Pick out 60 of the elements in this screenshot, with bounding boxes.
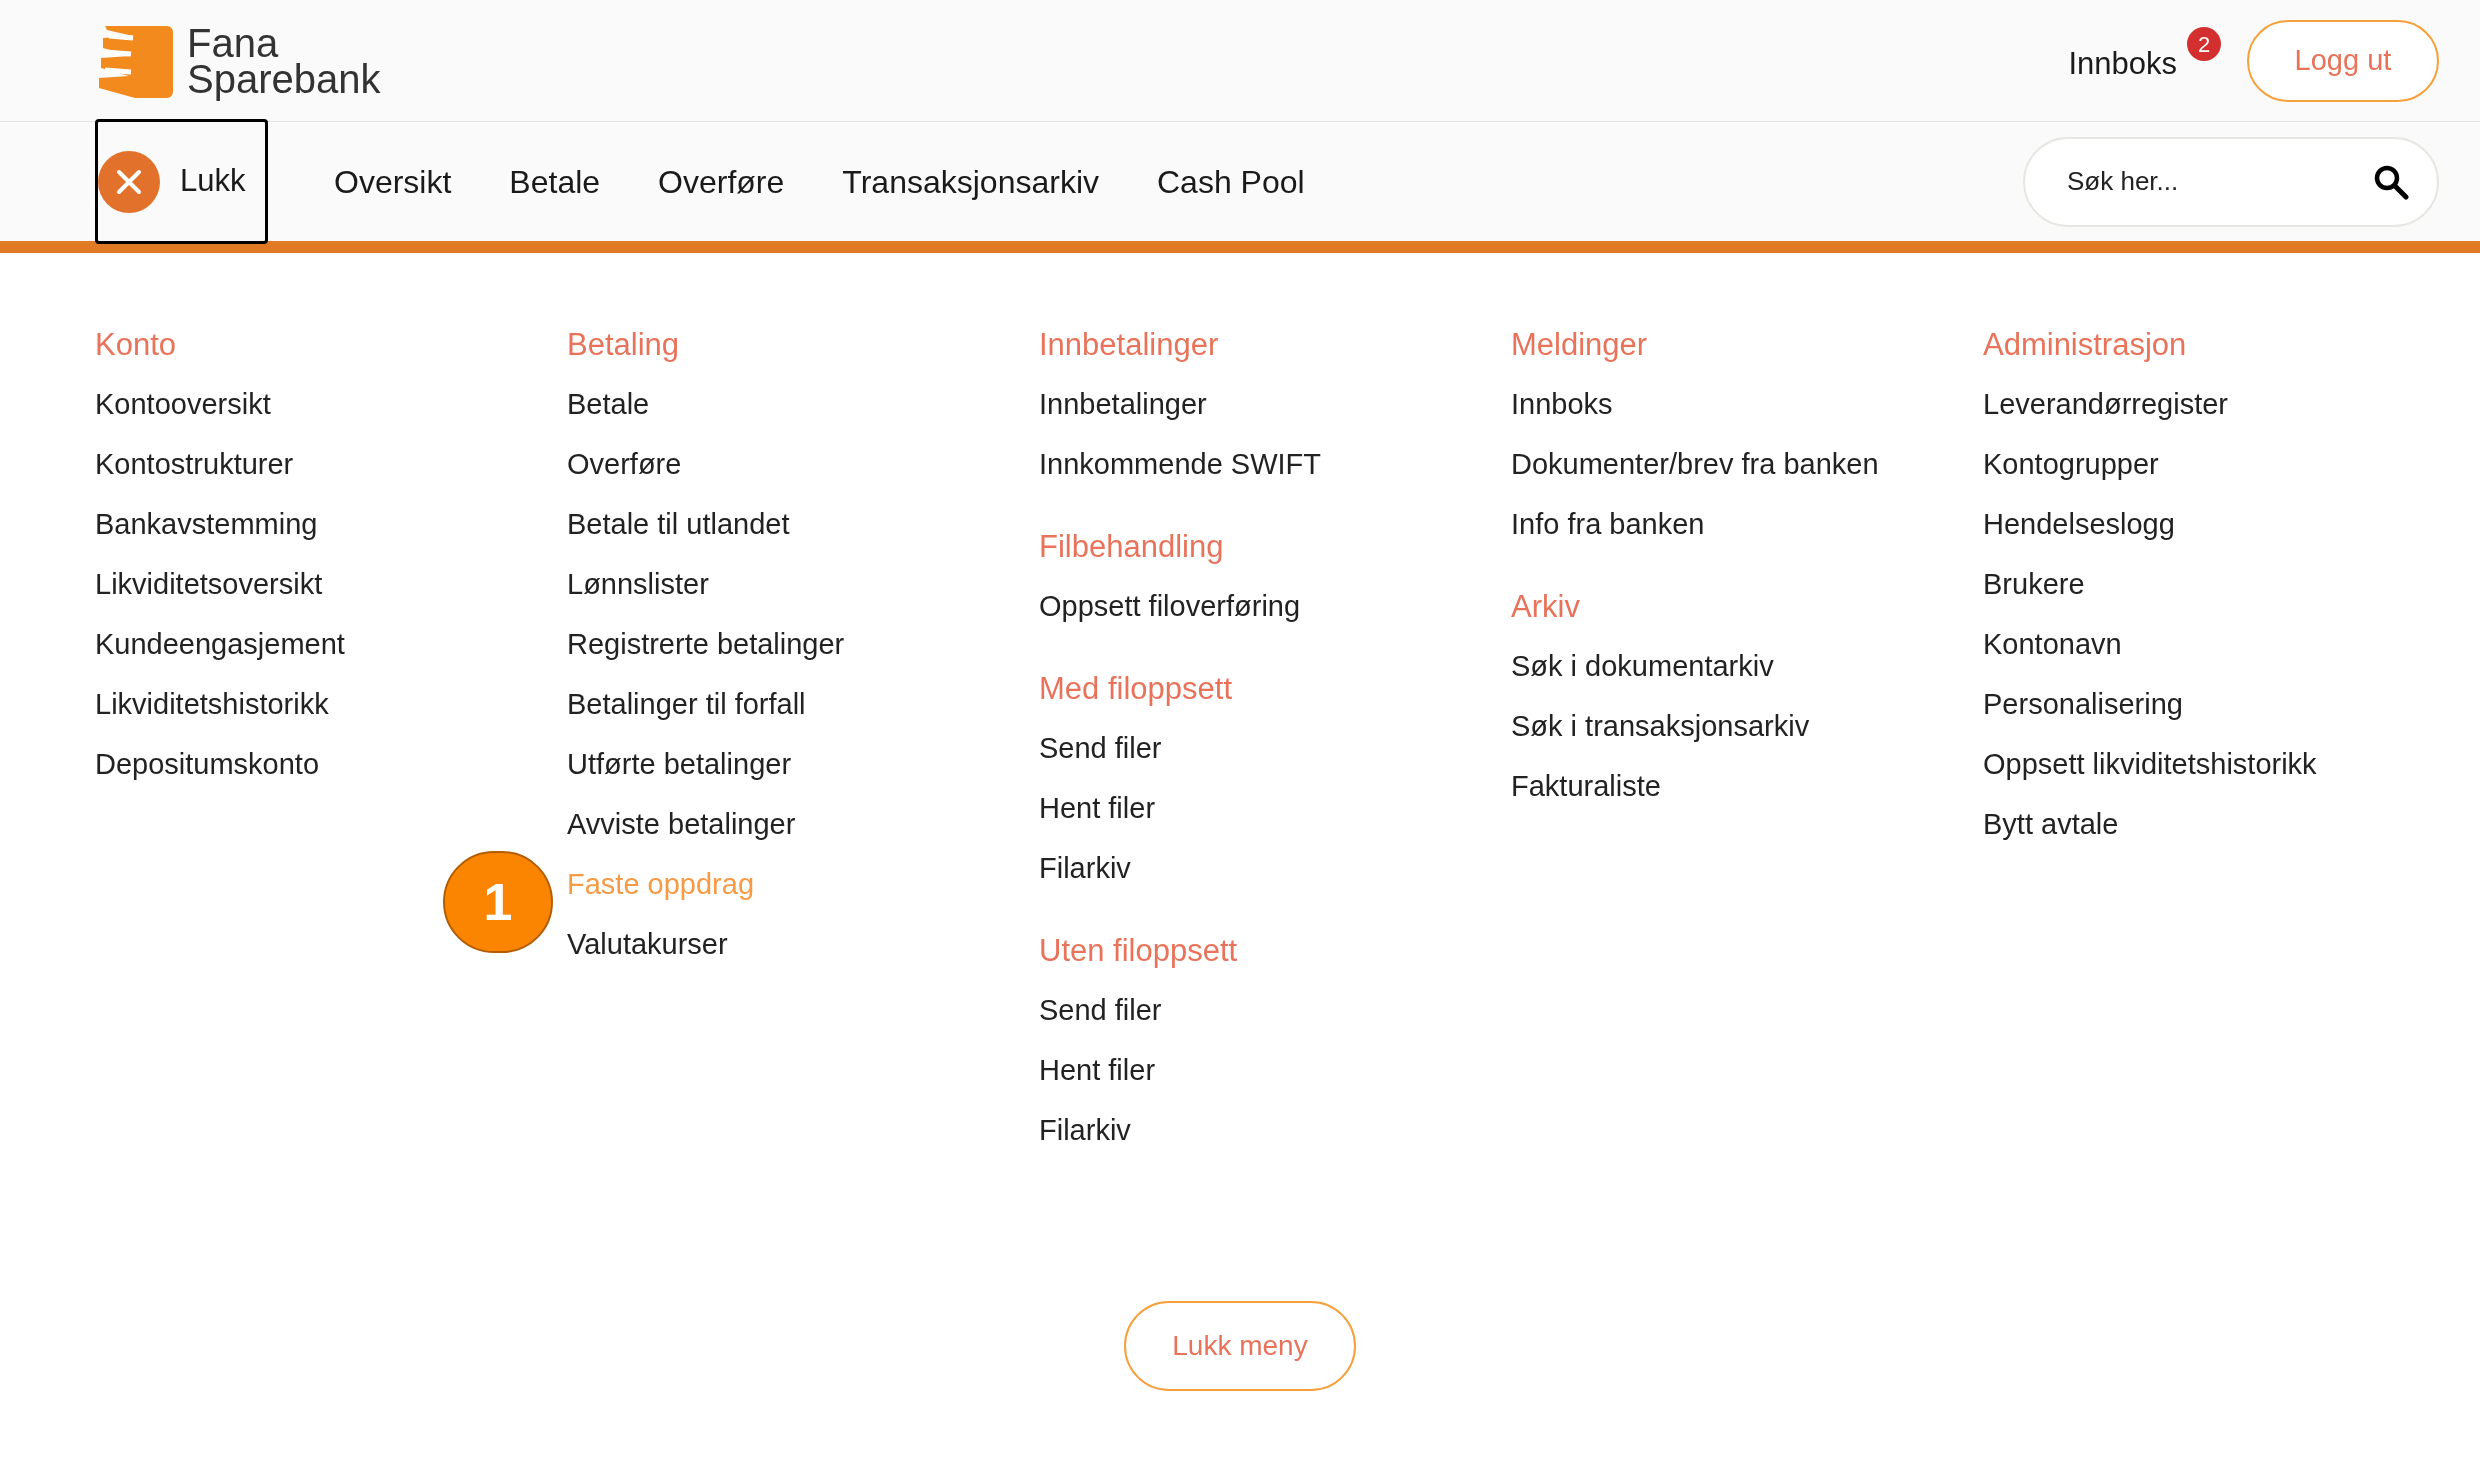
menu-link[interactable]: Innbetalinger — [1039, 383, 1207, 427]
nav-link[interactable]: Cash Pool — [1157, 157, 1305, 206]
menu-link[interactable]: Info fra banken — [1511, 503, 1705, 547]
menu-heading: Filbehandling — [1039, 528, 1225, 566]
menu-link[interactable]: Leverandørregister — [1983, 383, 2228, 427]
menu-link[interactable]: Betale til utlandet — [567, 503, 790, 547]
menu-link[interactable]: Personalisering — [1983, 683, 2183, 727]
menu-heading: Uten filoppsett — [1039, 932, 1239, 970]
menu-link[interactable]: Hent filer — [1039, 787, 1156, 831]
menu-link[interactable]: Utførte betalinger — [567, 743, 792, 787]
menu-heading: Meldinger — [1511, 326, 1649, 364]
search-field[interactable]: Søk her... — [2023, 136, 2439, 227]
menu-link[interactable]: Likviditetshistorikk — [95, 683, 329, 727]
menu-link[interactable]: Søk i dokumentarkiv — [1511, 645, 1774, 689]
nav-link[interactable]: Oversikt — [334, 157, 452, 206]
callout-badge: 1 — [443, 851, 553, 953]
menu-link[interactable]: Kontostrukturer — [95, 443, 294, 487]
menu-heading: Med filoppsett — [1039, 670, 1233, 708]
menu-link[interactable]: Fakturaliste — [1511, 765, 1661, 809]
menu-link[interactable]: Betale — [567, 383, 650, 427]
menu-link[interactable]: Depositumskonto — [95, 743, 320, 787]
menu-link[interactable]: Bytt avtale — [1983, 803, 2119, 847]
menu-link[interactable]: Brukere — [1983, 563, 2085, 607]
menu-link[interactable]: Valutakurser — [567, 923, 728, 967]
menu-link[interactable]: Overføre — [567, 443, 682, 487]
menu-heading: Administrasjon — [1983, 326, 2188, 364]
menu-link[interactable]: Avviste betalinger — [567, 803, 796, 847]
menu-heading: Arkiv — [1511, 588, 1581, 626]
menu-link[interactable]: Oppsett filoverføring — [1039, 585, 1301, 629]
menu-link[interactable]: Innboks — [1511, 383, 1613, 427]
menu-link[interactable]: Kontooversikt — [95, 383, 271, 427]
search-icon[interactable] — [2373, 163, 2409, 200]
menu-link[interactable]: Kontogrupper — [1983, 443, 2159, 487]
menu-link[interactable]: Søk i transaksjonsarkiv — [1511, 705, 1810, 749]
menu-link[interactable]: Betalinger til forfall — [567, 683, 806, 727]
menu-link[interactable]: Lønnslister — [567, 563, 709, 607]
menu-heading: Betaling — [567, 326, 681, 364]
menu-link[interactable]: Hent filer — [1039, 1049, 1156, 1093]
menu-link[interactable]: Registrerte betalinger — [567, 623, 845, 667]
menu-link[interactable]: Dokumenter/brev fra banken — [1511, 443, 1879, 487]
menu-link[interactable]: Oppsett likviditetshistorikk — [1983, 743, 2317, 787]
nav-link[interactable]: Overføre — [658, 157, 785, 206]
menu-link[interactable]: Send filer — [1039, 727, 1162, 771]
notification-badge: 2 — [2187, 27, 2221, 62]
menu-heading: Innbetalinger — [1039, 326, 1220, 364]
menu-link[interactable]: Filarkiv — [1039, 847, 1131, 891]
menu-link[interactable]: Send filer — [1039, 989, 1162, 1033]
menu-heading: Konto — [95, 326, 177, 364]
nav-link[interactable]: Transaksjonsarkiv — [842, 157, 1099, 206]
close-menu-button[interactable]: Lukk — [95, 119, 268, 244]
menu-link[interactable]: Innkommende SWIFT — [1039, 443, 1322, 487]
nav-link[interactable]: Betale — [509, 157, 601, 206]
menu-link[interactable]: Kontonavn — [1983, 623, 2122, 667]
menu-link[interactable]: Filarkiv — [1039, 1109, 1131, 1153]
menu-link[interactable]: Likviditetsoversikt — [95, 563, 323, 607]
inbox-link[interactable]: Innboks — [2068, 41, 2177, 88]
menu-link[interactable]: Kundeengasjement — [95, 623, 345, 667]
menu-link[interactable]: Bankavstemming — [95, 503, 318, 547]
menu-link[interactable]: Hendelseslogg — [1983, 503, 2175, 547]
logo-text: Fana — [187, 24, 279, 61]
